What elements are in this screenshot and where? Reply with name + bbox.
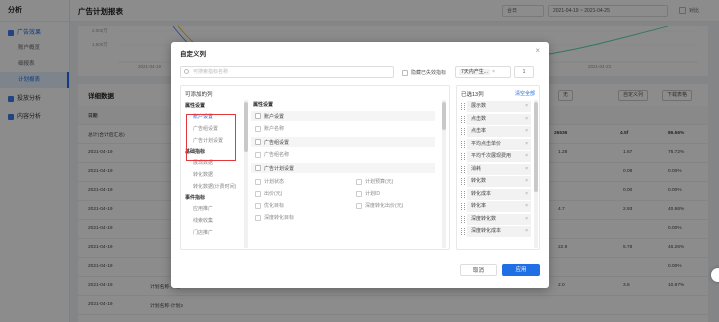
remove-icon[interactable]: × — [525, 164, 528, 175]
selected-item[interactable]: 平均千次展现费用 × — [461, 151, 531, 162]
group-checkbox[interactable] — [255, 139, 261, 145]
remove-icon[interactable]: × — [525, 114, 528, 125]
category-list: 属性设置 账户设置 广告组设置 广告计划设置 基础指标 展现数据 转化数据 转化… — [185, 101, 243, 249]
scrollbar-thumb[interactable] — [244, 102, 248, 152]
selected-columns-panel: 已选13列 清空全部 展示数 × 点击数 × 点击率 × 平均点击单价 × 平均千次展现… — [456, 85, 540, 250]
apply-button[interactable]: 应用 — [502, 264, 540, 276]
drag-handle-icon[interactable] — [461, 115, 465, 123]
remove-icon[interactable]: × — [525, 139, 528, 150]
selected-item[interactable]: 转化数 × — [461, 176, 531, 187]
drag-handle-icon[interactable] — [461, 228, 465, 235]
category-item-leads[interactable]: 线索收集 — [185, 215, 243, 227]
field-option[interactable]: 计划ID — [356, 190, 380, 197]
selected-item[interactable]: 消耗 × — [461, 163, 531, 175]
field-option[interactable]: 计划状态 — [255, 178, 284, 185]
field-checkbox[interactable] — [255, 151, 261, 158]
field-group-adgroup[interactable]: 广告组设置 — [251, 137, 435, 147]
category-header: 事件指标 — [185, 195, 206, 201]
selected-item[interactable]: 平均点击单价 × — [461, 138, 531, 150]
field-checkbox[interactable] — [356, 202, 362, 209]
field-checkbox[interactable] — [255, 214, 261, 221]
field-option[interactable]: 账户名称 — [255, 125, 284, 132]
custom-columns-dialog: 自定义列 × 可搜索指标名称 隐藏已失效指标 7天内产生... × 1 可添加的列… — [171, 42, 549, 288]
remove-icon[interactable]: × — [525, 189, 528, 200]
hide-unavailable-toggle[interactable]: 隐藏已失效指标 — [402, 69, 446, 76]
field-option[interactable]: 深度转化目标 — [255, 214, 294, 221]
selected-item[interactable]: 点击数 × — [461, 113, 531, 125]
field-checkbox[interactable] — [356, 190, 362, 197]
field-checkbox[interactable] — [255, 202, 261, 209]
preset-tag: 7天内产生... — [459, 69, 490, 75]
floating-help-button[interactable] — [711, 268, 719, 282]
selected-scrollbar[interactable] — [534, 100, 538, 248]
remove-icon[interactable]: × — [525, 101, 528, 112]
field-option[interactable]: 广告组名称 — [255, 151, 289, 158]
hide-unavailable-checkbox[interactable] — [402, 69, 408, 76]
drag-handle-icon[interactable] — [461, 103, 465, 110]
selected-item[interactable]: 深度转化成本 × — [461, 226, 531, 237]
field-option[interactable]: 出价(元) — [255, 190, 282, 197]
remove-icon[interactable]: × — [525, 151, 528, 162]
category-item-store[interactable]: 门店推广 — [185, 227, 243, 239]
available-columns-panel: 可添加的列 属性设置 账户设置 广告组设置 广告计划设置 基础指标 展现数据 转… — [180, 85, 450, 250]
group-checkbox[interactable] — [255, 165, 261, 171]
metric-search-input[interactable]: 可搜索指标名称 — [180, 66, 394, 78]
remove-icon[interactable]: × — [525, 201, 528, 212]
category-item-conversions-billing[interactable]: 转化数据(计费时间) — [185, 181, 243, 193]
preset-select[interactable]: 7天内产生... × — [455, 66, 511, 78]
selected-item[interactable]: 转化成本 × — [461, 188, 531, 200]
field-group-plan[interactable]: 广告计划设置 — [251, 163, 435, 173]
field-scrollbar[interactable] — [442, 100, 446, 248]
available-columns-title: 可添加的列 — [185, 92, 213, 98]
remove-icon[interactable]: × — [525, 126, 528, 137]
highlight-box — [186, 114, 236, 161]
category-item-app-promo[interactable]: 应用推广 — [185, 203, 243, 215]
selected-item[interactable]: 转化率 × — [461, 201, 531, 212]
field-checkbox[interactable] — [356, 178, 362, 185]
drag-handle-icon[interactable] — [461, 215, 465, 223]
clear-all-link[interactable]: 清空全部 — [515, 90, 535, 97]
field-group-header: 属性设置 — [253, 102, 274, 108]
selected-list: 展示数 × 点击数 × 点击率 × 平均点击单价 × 平均千次展现费用 × 消耗 × 转化数… — [461, 101, 531, 239]
drag-handle-icon[interactable] — [461, 153, 465, 160]
remove-icon[interactable]: × — [525, 214, 528, 225]
category-item-conversions[interactable]: 转化数据 — [185, 169, 243, 181]
field-checkbox[interactable] — [255, 190, 261, 197]
preset-count-select[interactable]: 1 — [514, 66, 534, 78]
field-option[interactable]: 计划预算(元) — [356, 178, 393, 185]
cancel-button[interactable]: 取消 — [460, 264, 497, 276]
field-checkbox[interactable] — [255, 178, 261, 185]
selected-item[interactable]: 深度转化数 × — [461, 213, 531, 225]
search-icon — [184, 69, 189, 74]
field-option[interactable]: 优化目标 — [255, 202, 284, 209]
tag-close-icon[interactable]: × — [492, 69, 495, 75]
field-list: 属性设置 账户设置 账户名称 广告组设置 广告组名称 广告计划设置 计划状态 出… — [251, 101, 441, 249]
drag-handle-icon[interactable] — [461, 178, 465, 185]
drag-handle-icon[interactable] — [461, 128, 465, 135]
remove-icon[interactable]: × — [525, 226, 528, 237]
selected-count: 已选13列 — [461, 92, 484, 98]
field-checkbox[interactable] — [255, 125, 261, 132]
scrollbar-thumb[interactable] — [534, 102, 538, 192]
field-option[interactable]: 深度转化出价(元) — [356, 202, 403, 209]
category-scrollbar[interactable] — [244, 100, 248, 248]
selected-item[interactable]: 点击率 × — [461, 126, 531, 137]
category-header: 属性设置 — [185, 103, 206, 109]
selected-item[interactable]: 展示数 × — [461, 101, 531, 112]
drag-handle-icon[interactable] — [461, 165, 465, 173]
group-checkbox[interactable] — [255, 113, 261, 119]
dialog-title: 自定义列 — [180, 51, 206, 58]
drag-handle-icon[interactable] — [461, 140, 465, 148]
field-group-account[interactable]: 账户设置 — [251, 111, 435, 121]
scrollbar-thumb[interactable] — [442, 102, 446, 130]
drag-handle-icon[interactable] — [461, 190, 465, 198]
drag-handle-icon[interactable] — [461, 203, 465, 210]
close-icon[interactable]: × — [535, 46, 540, 55]
remove-icon[interactable]: × — [525, 176, 528, 187]
